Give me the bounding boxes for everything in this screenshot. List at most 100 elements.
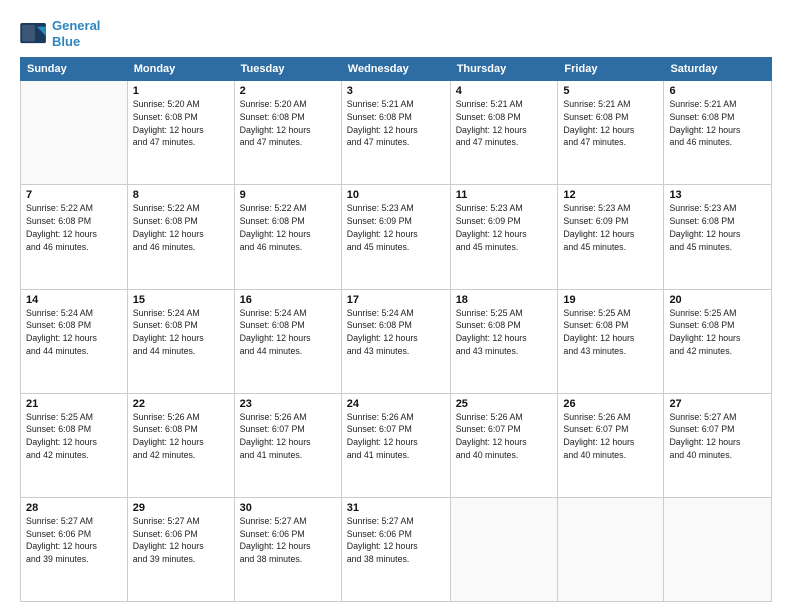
day-info: Sunrise: 5:21 AM Sunset: 6:08 PM Dayligh…: [456, 98, 553, 149]
day-info: Sunrise: 5:20 AM Sunset: 6:08 PM Dayligh…: [240, 98, 336, 149]
day-info: Sunrise: 5:26 AM Sunset: 6:07 PM Dayligh…: [563, 411, 658, 462]
day-number: 22: [133, 398, 229, 410]
day-info: Sunrise: 5:26 AM Sunset: 6:07 PM Dayligh…: [240, 411, 336, 462]
day-number: 1: [133, 85, 229, 97]
day-info: Sunrise: 5:26 AM Sunset: 6:07 PM Dayligh…: [456, 411, 553, 462]
day-number: 30: [240, 502, 336, 514]
logo: General Blue: [20, 18, 100, 49]
day-number: 3: [347, 85, 445, 97]
calendar-cell: 10Sunrise: 5:23 AM Sunset: 6:09 PM Dayli…: [341, 185, 450, 289]
calendar-cell: 4Sunrise: 5:21 AM Sunset: 6:08 PM Daylig…: [450, 81, 558, 185]
day-info: Sunrise: 5:25 AM Sunset: 6:08 PM Dayligh…: [456, 307, 553, 358]
day-info: Sunrise: 5:22 AM Sunset: 6:08 PM Dayligh…: [26, 202, 122, 253]
day-info: Sunrise: 5:24 AM Sunset: 6:08 PM Dayligh…: [133, 307, 229, 358]
calendar-cell: 15Sunrise: 5:24 AM Sunset: 6:08 PM Dayli…: [127, 289, 234, 393]
weekday-header-row: SundayMondayTuesdayWednesdayThursdayFrid…: [21, 58, 772, 81]
day-info: Sunrise: 5:27 AM Sunset: 6:06 PM Dayligh…: [347, 515, 445, 566]
day-number: 20: [669, 294, 766, 306]
day-number: 24: [347, 398, 445, 410]
day-info: Sunrise: 5:26 AM Sunset: 6:07 PM Dayligh…: [347, 411, 445, 462]
calendar-cell: 1Sunrise: 5:20 AM Sunset: 6:08 PM Daylig…: [127, 81, 234, 185]
day-info: Sunrise: 5:25 AM Sunset: 6:08 PM Dayligh…: [26, 411, 122, 462]
calendar-cell: [664, 497, 772, 601]
day-number: 23: [240, 398, 336, 410]
day-number: 4: [456, 85, 553, 97]
calendar-cell: 8Sunrise: 5:22 AM Sunset: 6:08 PM Daylig…: [127, 185, 234, 289]
day-number: 11: [456, 189, 553, 201]
day-number: 27: [669, 398, 766, 410]
day-number: 21: [26, 398, 122, 410]
day-number: 8: [133, 189, 229, 201]
day-info: Sunrise: 5:23 AM Sunset: 6:09 PM Dayligh…: [347, 202, 445, 253]
calendar-cell: [21, 81, 128, 185]
calendar-cell: 6Sunrise: 5:21 AM Sunset: 6:08 PM Daylig…: [664, 81, 772, 185]
day-number: 2: [240, 85, 336, 97]
header: General Blue: [20, 18, 772, 49]
calendar-cell: 24Sunrise: 5:26 AM Sunset: 6:07 PM Dayli…: [341, 393, 450, 497]
week-row-4: 21Sunrise: 5:25 AM Sunset: 6:08 PM Dayli…: [21, 393, 772, 497]
day-number: 5: [563, 85, 658, 97]
calendar-cell: 21Sunrise: 5:25 AM Sunset: 6:08 PM Dayli…: [21, 393, 128, 497]
day-info: Sunrise: 5:20 AM Sunset: 6:08 PM Dayligh…: [133, 98, 229, 149]
day-number: 26: [563, 398, 658, 410]
logo-icon: [20, 23, 48, 45]
day-number: 18: [456, 294, 553, 306]
day-number: 9: [240, 189, 336, 201]
day-info: Sunrise: 5:21 AM Sunset: 6:08 PM Dayligh…: [669, 98, 766, 149]
day-info: Sunrise: 5:24 AM Sunset: 6:08 PM Dayligh…: [347, 307, 445, 358]
calendar-cell: 29Sunrise: 5:27 AM Sunset: 6:06 PM Dayli…: [127, 497, 234, 601]
day-number: 6: [669, 85, 766, 97]
calendar-cell: 25Sunrise: 5:26 AM Sunset: 6:07 PM Dayli…: [450, 393, 558, 497]
day-number: 19: [563, 294, 658, 306]
week-row-2: 7Sunrise: 5:22 AM Sunset: 6:08 PM Daylig…: [21, 185, 772, 289]
day-info: Sunrise: 5:27 AM Sunset: 6:06 PM Dayligh…: [240, 515, 336, 566]
calendar-cell: 22Sunrise: 5:26 AM Sunset: 6:08 PM Dayli…: [127, 393, 234, 497]
day-info: Sunrise: 5:27 AM Sunset: 6:06 PM Dayligh…: [133, 515, 229, 566]
calendar-cell: 13Sunrise: 5:23 AM Sunset: 6:08 PM Dayli…: [664, 185, 772, 289]
calendar-cell: 28Sunrise: 5:27 AM Sunset: 6:06 PM Dayli…: [21, 497, 128, 601]
calendar-cell: 2Sunrise: 5:20 AM Sunset: 6:08 PM Daylig…: [234, 81, 341, 185]
day-info: Sunrise: 5:22 AM Sunset: 6:08 PM Dayligh…: [240, 202, 336, 253]
day-number: 28: [26, 502, 122, 514]
calendar-cell: 31Sunrise: 5:27 AM Sunset: 6:06 PM Dayli…: [341, 497, 450, 601]
weekday-header-monday: Monday: [127, 58, 234, 81]
day-number: 15: [133, 294, 229, 306]
calendar-cell: 11Sunrise: 5:23 AM Sunset: 6:09 PM Dayli…: [450, 185, 558, 289]
weekday-header-thursday: Thursday: [450, 58, 558, 81]
day-info: Sunrise: 5:22 AM Sunset: 6:08 PM Dayligh…: [133, 202, 229, 253]
calendar-cell: 5Sunrise: 5:21 AM Sunset: 6:08 PM Daylig…: [558, 81, 664, 185]
calendar-cell: 30Sunrise: 5:27 AM Sunset: 6:06 PM Dayli…: [234, 497, 341, 601]
calendar-table: SundayMondayTuesdayWednesdayThursdayFrid…: [20, 57, 772, 602]
weekday-header-tuesday: Tuesday: [234, 58, 341, 81]
calendar-cell: 12Sunrise: 5:23 AM Sunset: 6:09 PM Dayli…: [558, 185, 664, 289]
day-number: 25: [456, 398, 553, 410]
logo-text: General Blue: [52, 18, 100, 49]
day-number: 14: [26, 294, 122, 306]
calendar-cell: 23Sunrise: 5:26 AM Sunset: 6:07 PM Dayli…: [234, 393, 341, 497]
day-info: Sunrise: 5:23 AM Sunset: 6:09 PM Dayligh…: [563, 202, 658, 253]
day-info: Sunrise: 5:21 AM Sunset: 6:08 PM Dayligh…: [347, 98, 445, 149]
day-info: Sunrise: 5:21 AM Sunset: 6:08 PM Dayligh…: [563, 98, 658, 149]
calendar-cell: 26Sunrise: 5:26 AM Sunset: 6:07 PM Dayli…: [558, 393, 664, 497]
calendar-cell: 14Sunrise: 5:24 AM Sunset: 6:08 PM Dayli…: [21, 289, 128, 393]
day-info: Sunrise: 5:27 AM Sunset: 6:06 PM Dayligh…: [26, 515, 122, 566]
day-info: Sunrise: 5:23 AM Sunset: 6:08 PM Dayligh…: [669, 202, 766, 253]
calendar-cell: 20Sunrise: 5:25 AM Sunset: 6:08 PM Dayli…: [664, 289, 772, 393]
calendar-cell: [450, 497, 558, 601]
day-info: Sunrise: 5:25 AM Sunset: 6:08 PM Dayligh…: [669, 307, 766, 358]
calendar-cell: 18Sunrise: 5:25 AM Sunset: 6:08 PM Dayli…: [450, 289, 558, 393]
calendar-cell: 19Sunrise: 5:25 AM Sunset: 6:08 PM Dayli…: [558, 289, 664, 393]
calendar-cell: 17Sunrise: 5:24 AM Sunset: 6:08 PM Dayli…: [341, 289, 450, 393]
page: General Blue SundayMondayTuesdayWednesda…: [0, 0, 792, 612]
day-number: 7: [26, 189, 122, 201]
day-number: 29: [133, 502, 229, 514]
calendar-cell: 9Sunrise: 5:22 AM Sunset: 6:08 PM Daylig…: [234, 185, 341, 289]
day-number: 31: [347, 502, 445, 514]
week-row-5: 28Sunrise: 5:27 AM Sunset: 6:06 PM Dayli…: [21, 497, 772, 601]
day-info: Sunrise: 5:23 AM Sunset: 6:09 PM Dayligh…: [456, 202, 553, 253]
day-number: 17: [347, 294, 445, 306]
day-info: Sunrise: 5:27 AM Sunset: 6:07 PM Dayligh…: [669, 411, 766, 462]
day-info: Sunrise: 5:26 AM Sunset: 6:08 PM Dayligh…: [133, 411, 229, 462]
calendar-cell: 16Sunrise: 5:24 AM Sunset: 6:08 PM Dayli…: [234, 289, 341, 393]
day-info: Sunrise: 5:24 AM Sunset: 6:08 PM Dayligh…: [240, 307, 336, 358]
